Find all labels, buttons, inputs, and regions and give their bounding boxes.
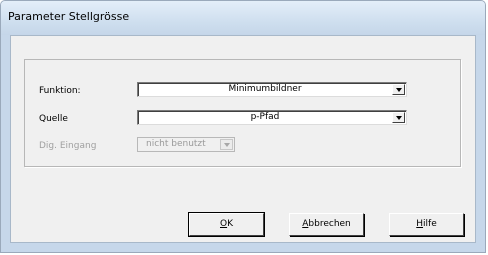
digital-input-dropdown[interactable]: nicht benutzt xyxy=(137,137,235,152)
chevron-down-icon[interactable] xyxy=(392,112,405,123)
cancel-button[interactable]: Abbrechen xyxy=(289,213,364,236)
digital-input-dropdown-value: nicht benutzt xyxy=(146,139,206,149)
help-accel: H xyxy=(416,219,424,229)
cancel-label: bbrechen xyxy=(308,219,351,229)
dialog-client-area: Funktion: Minimumbildner Quelle p-Pfad D… xyxy=(10,35,476,243)
ok-button[interactable]: OK xyxy=(188,212,265,237)
digital-input-label: Dig. Eingang xyxy=(39,141,97,151)
ok-label: K xyxy=(227,219,233,229)
help-label: ilfe xyxy=(423,219,437,229)
function-dropdown[interactable]: Minimumbildner xyxy=(137,82,407,97)
dialog-window: Parameter Stellgrösse Funktion: Minimumb… xyxy=(0,0,486,253)
title-bar[interactable]: Parameter Stellgrösse xyxy=(1,1,485,35)
window-title: Parameter Stellgrösse xyxy=(8,10,130,23)
source-dropdown-value: p-Pfad xyxy=(250,112,280,122)
function-dropdown-value: Minimumbildner xyxy=(228,84,302,94)
source-dropdown[interactable]: p-Pfad xyxy=(137,110,407,125)
chevron-down-icon[interactable] xyxy=(220,139,233,150)
source-label: Quelle xyxy=(39,114,68,124)
chevron-down-icon[interactable] xyxy=(392,84,405,95)
function-label: Funktion: xyxy=(39,86,81,96)
help-button[interactable]: Hilfe xyxy=(389,213,464,236)
